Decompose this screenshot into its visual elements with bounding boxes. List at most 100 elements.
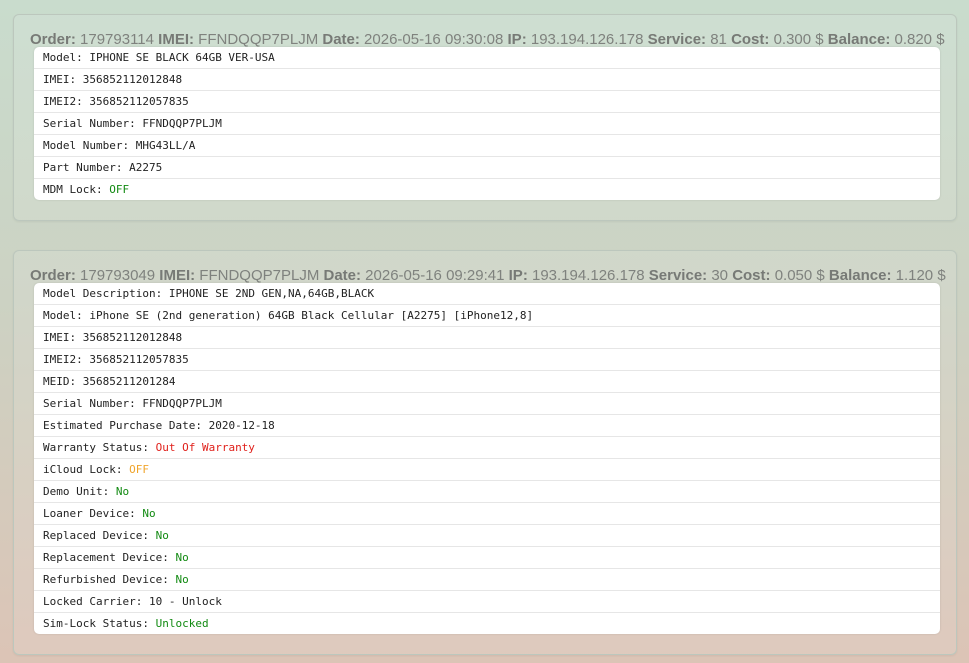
cost-value: 0.050 $	[774, 267, 825, 284]
result-row: IMEI: 356852112012848	[34, 327, 940, 349]
result-row: Part Number: A2275	[34, 157, 940, 179]
row-value: Out Of Warranty	[155, 441, 255, 454]
row-value: IPHONE SE 2ND GEN,NA,64GB,BLACK	[168, 287, 375, 300]
row-label: Serial Number:	[43, 397, 143, 410]
result-row: Serial Number: FFNDQQP7PLJM	[34, 113, 940, 135]
row-value: Unlocked	[155, 617, 209, 630]
result-row: MEID: 35685211201284	[34, 371, 940, 393]
ip-label: IP:	[507, 31, 527, 48]
row-value: No	[175, 573, 189, 586]
balance-value: 0.820 $	[894, 31, 945, 48]
row-label: MEID:	[43, 375, 83, 388]
row-value: FFNDQQP7PLJM	[142, 117, 222, 130]
date-label: Date:	[322, 31, 360, 48]
ip-value: 193.194.126.178	[530, 31, 644, 48]
row-label: Estimated Purchase Date:	[43, 419, 209, 432]
date-label: Date:	[323, 267, 361, 284]
result-row: Locked Carrier: 10 - Unlock	[34, 591, 940, 613]
date-value: 2026-05-16 09:29:41	[365, 267, 505, 284]
order-number: 179793114	[80, 31, 154, 48]
result-row: Serial Number: FFNDQQP7PLJM	[34, 393, 940, 415]
result-row: MDM Lock: OFF	[34, 179, 940, 200]
row-value: 35685211201284	[82, 375, 176, 388]
imei-label: IMEI:	[159, 267, 196, 284]
result-list: Model Description: IPHONE SE 2ND GEN,NA,…	[34, 283, 940, 634]
row-label: Model Number:	[43, 139, 136, 152]
result-list: Model: IPHONE SE BLACK 64GB VER-USA IMEI…	[34, 47, 940, 200]
date-value: 2026-05-16 09:30:08	[364, 31, 504, 48]
cost-label: Cost:	[732, 267, 771, 284]
row-value: 356852112057835	[89, 95, 189, 108]
result-row: Model: IPHONE SE BLACK 64GB VER-USA	[34, 47, 940, 69]
row-value: OFF	[109, 183, 130, 196]
row-label: IMEI2:	[43, 95, 90, 108]
result-row: Replaced Device: No	[34, 525, 940, 547]
row-value: A2275	[129, 161, 163, 174]
row-value: No	[142, 507, 156, 520]
row-label: Locked Carrier:	[43, 595, 149, 608]
row-label: Part Number:	[43, 161, 130, 174]
row-value: MHG43LL/A	[135, 139, 196, 152]
service-label: Service:	[647, 31, 707, 48]
imei-value: FFNDQQP7PLJM	[199, 267, 320, 284]
row-label: Refurbished Device:	[43, 573, 176, 586]
balance-value: 1.120 $	[895, 267, 946, 284]
row-value: 356852112057835	[89, 353, 189, 366]
row-label: iCloud Lock:	[43, 463, 130, 476]
result-row: IMEI2: 356852112057835	[34, 91, 940, 113]
row-value: No	[115, 485, 130, 498]
row-label: Model:	[43, 51, 90, 64]
row-label: Loaner Device:	[43, 507, 143, 520]
result-row: Replacement Device: No	[34, 547, 940, 569]
row-value: 356852112012848	[82, 331, 183, 344]
row-label: IMEI:	[43, 73, 83, 86]
row-value: 356852112012848	[82, 73, 183, 86]
service-value: 81	[710, 31, 727, 48]
row-value: 2020-12-18	[208, 419, 275, 432]
result-row: Refurbished Device: No	[34, 569, 940, 591]
row-label: IMEI2:	[43, 353, 90, 366]
row-value: No	[175, 551, 189, 564]
row-label: Model Description:	[43, 287, 169, 300]
row-value: IPHONE SE BLACK 64GB VER-USA	[89, 51, 275, 64]
order-panel: Order: 179793114 IMEI: FFNDQQP7PLJM Date…	[13, 14, 957, 221]
imei-value: FFNDQQP7PLJM	[198, 31, 319, 48]
result-row: IMEI2: 356852112057835	[34, 349, 940, 371]
ip-value: 193.194.126.178	[531, 267, 645, 284]
row-value: iPhone SE (2nd generation) 64GB Black Ce…	[89, 309, 534, 322]
result-row: iCloud Lock: OFF	[34, 459, 940, 481]
row-label: Model:	[43, 309, 90, 322]
order-label: Order:	[30, 267, 76, 284]
result-row: Estimated Purchase Date: 2020-12-18	[34, 415, 940, 437]
result-row: IMEI: 356852112012848	[34, 69, 940, 91]
row-value: No	[155, 529, 169, 542]
result-row: Loaner Device: No	[34, 503, 940, 525]
row-label: Warranty Status:	[43, 441, 156, 454]
row-value: FFNDQQP7PLJM	[142, 397, 222, 410]
result-row: Model Description: IPHONE SE 2ND GEN,NA,…	[34, 283, 940, 305]
service-label: Service:	[648, 267, 708, 284]
row-label: MDM Lock:	[43, 183, 110, 196]
row-value: OFF	[129, 463, 149, 476]
cost-label: Cost:	[731, 31, 770, 48]
row-value: 10 - Unlock	[148, 595, 222, 608]
result-row: Demo Unit: No	[34, 481, 940, 503]
service-value: 30	[711, 267, 729, 284]
order-label: Order:	[30, 31, 76, 48]
result-row: Model Number: MHG43LL/A	[34, 135, 940, 157]
row-label: Replaced Device:	[43, 529, 156, 542]
result-row: Sim-Lock Status: Unlocked	[34, 613, 940, 634]
ip-label: IP:	[508, 267, 528, 284]
row-label: Replacement Device:	[43, 551, 176, 564]
result-row: Model: iPhone SE (2nd generation) 64GB B…	[34, 305, 940, 327]
order-number: 179793049	[80, 267, 156, 284]
result-row: Warranty Status: Out Of Warranty	[34, 437, 940, 459]
row-label: Sim-Lock Status:	[43, 617, 156, 630]
row-label: IMEI:	[43, 331, 83, 344]
balance-label: Balance:	[828, 267, 892, 284]
balance-label: Balance:	[827, 31, 891, 48]
order-panel: Order: 179793049 IMEI: FFNDQQP7PLJM Date…	[13, 250, 957, 655]
row-label: Serial Number:	[43, 117, 143, 130]
cost-value: 0.300 $	[773, 31, 824, 48]
imei-label: IMEI:	[158, 31, 194, 48]
